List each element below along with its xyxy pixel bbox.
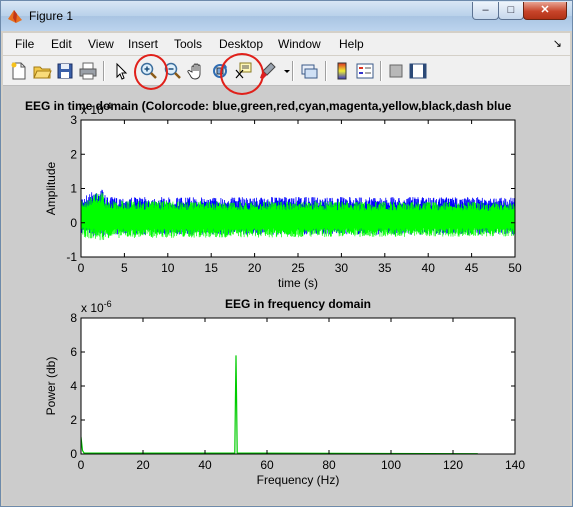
y-tick-label: 0	[70, 447, 77, 461]
link-plot-icon[interactable]	[299, 61, 319, 81]
x-tick-label: 10	[161, 261, 175, 275]
y-axis-label: Power (db)	[44, 357, 58, 416]
title-bar[interactable]: Figure 1 – □ ✕	[1, 1, 572, 31]
x-tick-label: 100	[381, 458, 401, 472]
colorbar-icon[interactable]	[332, 61, 352, 81]
zoom-in-icon[interactable]	[139, 61, 159, 81]
menu-window[interactable]: Window	[278, 37, 321, 51]
axis-exponent-power: -6	[104, 299, 112, 309]
x-tick-label: 140	[505, 458, 525, 472]
y-tick-label: 2	[70, 413, 77, 427]
minimize-button[interactable]: –	[472, 2, 499, 20]
legend-icon[interactable]	[355, 61, 375, 81]
menu-help[interactable]: Help	[339, 37, 364, 51]
axis-exponent: x 10-6	[81, 299, 112, 315]
hide-plot-tools-icon[interactable]	[386, 61, 406, 81]
maximize-button[interactable]: □	[498, 2, 524, 20]
y-tick-label: 4	[70, 379, 77, 393]
zoom-out-icon[interactable]	[163, 61, 183, 81]
y-tick-label: 8	[70, 311, 77, 325]
y-axis-label: Amplitude	[44, 162, 58, 216]
menu-tools[interactable]: Tools	[174, 37, 202, 51]
x-tick-label: 40	[198, 458, 212, 472]
toolbar-separator	[103, 61, 105, 81]
menu-view[interactable]: View	[88, 37, 114, 51]
chart-title: EEG in time domain (Colorcode: blue,gree…	[25, 99, 512, 113]
x-tick-label: 25	[291, 261, 305, 275]
x-tick-label: 60	[260, 458, 274, 472]
x-tick-label: 45	[465, 261, 479, 275]
x-tick-label: 0	[78, 458, 85, 472]
menu-insert[interactable]: Insert	[128, 37, 158, 51]
toolbar-separator	[325, 61, 327, 81]
plot-area: 0 5 10 15 20 25 30 35 40 45 50-10123time (s)Amplit…	[25, 99, 525, 487]
x-tick-label: 15	[205, 261, 219, 275]
x-tick-label: 35	[378, 261, 392, 275]
menu-file[interactable]: File	[15, 37, 34, 51]
show-plot-tools-icon[interactable]	[408, 61, 428, 81]
brush-icon[interactable]	[257, 61, 277, 81]
y-tick-label: 0	[70, 216, 77, 230]
x-tick-label: 5	[121, 261, 128, 275]
save-icon[interactable]	[55, 61, 75, 81]
window-title: Figure 1	[29, 9, 74, 23]
y-tick-label: 1	[70, 182, 77, 196]
figure-toolbar	[3, 56, 570, 86]
pan-hand-icon[interactable]	[187, 61, 207, 81]
menu-desktop[interactable]: Desktop	[219, 37, 263, 51]
figure-window: Figure 1 – □ ✕ File Edit View Insert Too…	[0, 0, 573, 507]
matlab-logo-icon	[8, 10, 22, 23]
select-arrow-icon[interactable]	[111, 61, 131, 81]
chevron-down-icon[interactable]	[277, 61, 290, 81]
plot-background	[81, 318, 515, 454]
x-tick-label: 20	[136, 458, 150, 472]
x-tick-label: 0	[78, 261, 85, 275]
open-file-icon[interactable]	[32, 61, 52, 81]
rotate-3d-icon[interactable]	[210, 61, 230, 81]
x-axis-label: time (s)	[278, 276, 318, 290]
toolbar-separator	[292, 61, 294, 81]
x-tick-label: 30	[335, 261, 349, 275]
y-tick-label: 2	[70, 147, 77, 161]
print-icon[interactable]	[78, 61, 98, 81]
x-tick-label: 50	[508, 261, 522, 275]
new-figure-icon[interactable]	[9, 61, 29, 81]
toolbar-separator	[380, 61, 382, 81]
y-tick-label: -1	[66, 250, 77, 264]
menu-edit[interactable]: Edit	[51, 37, 72, 51]
data-cursor-icon[interactable]	[233, 61, 253, 81]
x-axis-label: Frequency (Hz)	[257, 473, 340, 487]
x-tick-label: 20	[248, 261, 262, 275]
x-tick-label: 120	[443, 458, 463, 472]
y-tick-label: 6	[70, 345, 77, 359]
close-button[interactable]: ✕	[523, 2, 567, 20]
menu-bar: File Edit View Insert Tools Desktop Wind…	[3, 33, 570, 55]
y-tick-label: 3	[70, 113, 77, 127]
x-tick-label: 40	[422, 261, 436, 275]
chart-title: EEG in frequency domain	[225, 297, 371, 311]
dock-arrow-icon[interactable]: ↘	[553, 37, 562, 50]
x-tick-label: 80	[322, 458, 336, 472]
figure-canvas: 0 5 10 15 20 25 30 35 40 45 50 -1 0 1 2 3 time (s) Amplit…	[3, 86, 570, 505]
